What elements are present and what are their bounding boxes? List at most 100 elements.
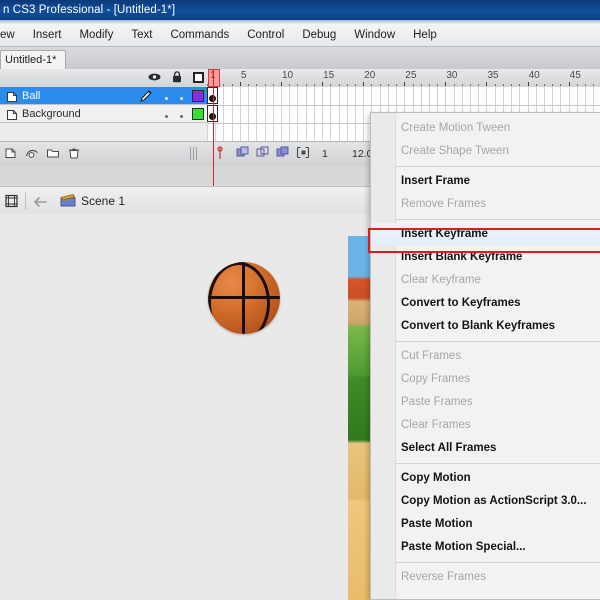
- layer-row-ball[interactable]: Ball: [0, 87, 207, 105]
- ruler-tick-mark: [346, 84, 348, 86]
- ruler-tick-mark: [289, 84, 291, 86]
- layer-outline-color-swatch[interactable]: [192, 108, 204, 120]
- layer-visibility-toggle[interactable]: [159, 87, 174, 105]
- menu-item-modify[interactable]: Modify: [70, 27, 122, 43]
- add-motion-guide-icon[interactable]: [25, 146, 39, 160]
- ruler-tick-mark: [560, 84, 562, 86]
- ruler-tick-mark: [297, 84, 299, 86]
- ruler-tick-mark: [256, 84, 258, 86]
- onion-skin-outlines-icon[interactable]: [256, 146, 269, 159]
- frame-column: [363, 87, 365, 141]
- timeline-ruler[interactable]: 151015202530354045: [207, 69, 600, 87]
- context-menu-item-convert-to-blank-keyframes[interactable]: Convert to Blank Keyframes: [371, 315, 600, 338]
- context-menu-item-insert-keyframe[interactable]: Insert Keyframe: [371, 223, 600, 246]
- layer-lock-toggle[interactable]: [174, 87, 189, 105]
- frame-column: [231, 87, 233, 141]
- context-menu-item-insert-frame[interactable]: Insert Frame: [371, 170, 600, 193]
- current-frame-value: 1: [322, 148, 328, 160]
- modify-onion-markers-icon[interactable]: [296, 146, 310, 159]
- context-menu-item-clear-frames: Clear Frames: [401, 419, 471, 431]
- context-menu-item-convert-to-keyframes[interactable]: Convert to Keyframes: [371, 292, 600, 315]
- ruler-tick-mark: [552, 84, 554, 86]
- layer-row-background[interactable]: Background: [0, 105, 207, 123]
- menu-item-ew[interactable]: ew: [0, 27, 24, 43]
- onion-skin-icon[interactable]: [236, 146, 249, 159]
- ruler-tick-mark: [461, 84, 463, 86]
- outline-square-icon[interactable]: [193, 71, 204, 83]
- context-menu-separator: [395, 219, 600, 220]
- ruler-tick-15: 15: [323, 70, 335, 81]
- timeline-header: 151015202530354045: [0, 69, 600, 88]
- layer-controls: [139, 87, 204, 105]
- window-title-bar: n CS3 Professional - [Untitled-1*]: [0, 0, 600, 20]
- ruler-tick-10: 10: [281, 70, 294, 81]
- ruler-tick-mark: [272, 84, 274, 86]
- new-layer-icon[interactable]: [4, 146, 18, 160]
- frame-column: [264, 87, 266, 141]
- basketball-graphic[interactable]: [208, 262, 280, 334]
- lock-icon[interactable]: [172, 71, 182, 83]
- ruler-tick-mark: [338, 84, 340, 86]
- frame-column: [330, 87, 332, 141]
- context-menu-item-select-all-frames[interactable]: Select All Frames: [371, 437, 600, 460]
- menu-item-insert[interactable]: Insert: [24, 27, 71, 43]
- context-menu-item-paste-motion-special[interactable]: Paste Motion Special...: [371, 536, 600, 559]
- back-arrow-icon[interactable]: [33, 195, 47, 207]
- ruler-tick-mark: [511, 84, 513, 86]
- layer-page-icon: [6, 90, 18, 102]
- layer-tool-buttons: [4, 146, 81, 160]
- main-menu-bar: ew Insert Modify Text Commands Control Debug Wi…: [0, 24, 600, 47]
- new-folder-icon[interactable]: [46, 146, 60, 160]
- frame-column: [354, 87, 356, 141]
- ruler-tick-35: 35: [487, 70, 499, 81]
- ruler-tick-mark: [363, 82, 365, 86]
- ruler-tick-mark: [313, 84, 315, 86]
- layer-name[interactable]: Background: [22, 108, 81, 120]
- layer-visibility-toggle[interactable]: [159, 105, 174, 123]
- ruler-tick-mark: [502, 84, 504, 86]
- delete-layer-icon[interactable]: [67, 146, 81, 160]
- frame-column: [256, 87, 258, 141]
- frame-context-menu: Create Motion Tween Create Shape Tween Ins…: [370, 112, 600, 600]
- edit-multiple-frames-icon[interactable]: [276, 146, 289, 159]
- frame-column: [248, 87, 250, 141]
- stage-canvas[interactable]: [0, 214, 348, 600]
- layer-lock-toggle[interactable]: [174, 105, 189, 123]
- layer-name[interactable]: Ball: [22, 90, 40, 102]
- frame-column: [239, 87, 241, 141]
- menu-item-control[interactable]: Control: [238, 27, 293, 43]
- menu-item-debug[interactable]: Debug: [293, 27, 345, 43]
- scene-label[interactable]: Scene 1: [81, 194, 125, 208]
- ruler-tick-mark: [568, 82, 570, 86]
- ruler-tick-mark: [404, 82, 406, 86]
- panel-grip[interactable]: [190, 147, 197, 160]
- eye-icon[interactable]: [148, 72, 161, 82]
- frame-column: [338, 87, 340, 141]
- context-menu-item-insert-blank-keyframe[interactable]: Insert Blank Keyframe: [371, 246, 600, 269]
- layer-controls: [139, 105, 204, 123]
- ruler-tick-mark: [494, 84, 496, 86]
- context-menu-item-cut-frames: Cut Frames: [401, 350, 462, 362]
- menu-item-text[interactable]: Text: [122, 27, 161, 43]
- ruler-tick-mark: [428, 84, 430, 86]
- layer-outline-color-swatch[interactable]: [192, 90, 204, 102]
- document-tab-untitled-1[interactable]: Untitled-1*: [0, 50, 67, 69]
- menu-item-window[interactable]: Window: [345, 27, 404, 43]
- edit-scene-icon[interactable]: [4, 193, 20, 209]
- document-tab-strip: Untitled-1*: [0, 47, 600, 70]
- context-menu-item-paste-motion[interactable]: Paste Motion: [371, 513, 600, 536]
- context-menu-item-copy-motion[interactable]: Copy Motion: [371, 467, 600, 490]
- center-frame-icon[interactable]: [216, 146, 229, 159]
- frame-column: [346, 87, 348, 141]
- ruler-tick-mark: [478, 84, 480, 86]
- basketball-seam-vertical: [242, 262, 245, 334]
- ruler-tick-5: 5: [240, 70, 247, 81]
- menu-item-help[interactable]: Help: [404, 27, 446, 43]
- frame-column: [272, 87, 274, 141]
- ruler-tick-40: 40: [528, 70, 540, 81]
- context-menu-separator: [395, 166, 600, 167]
- menu-item-commands[interactable]: Commands: [161, 27, 238, 43]
- ruler-tick-mark: [264, 84, 266, 86]
- context-menu-item-reverse-frames: Reverse Frames: [401, 571, 486, 583]
- context-menu-item-copy-motion-as-actionscript-3-0[interactable]: Copy Motion as ActionScript 3.0...: [371, 490, 600, 513]
